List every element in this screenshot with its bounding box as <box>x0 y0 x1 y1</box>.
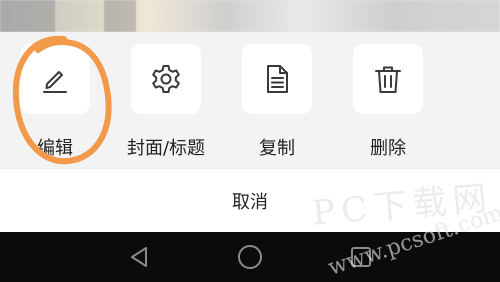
action-sheet: 编辑 封面/标题 复制 删除 <box>0 32 500 168</box>
document-icon <box>267 65 288 93</box>
system-navigation-bar <box>0 232 500 282</box>
copy-icon-box <box>242 44 312 114</box>
gear-icon <box>152 65 180 93</box>
delete-icon-box <box>353 44 423 114</box>
delete-action[interactable]: 删除 <box>338 44 438 168</box>
home-circle-icon <box>238 245 262 269</box>
back-triangle-icon <box>131 247 147 267</box>
edit-action[interactable]: 编辑 <box>5 44 105 168</box>
cancel-button[interactable]: 取消 <box>0 168 500 233</box>
background-content-blurred <box>0 0 500 32</box>
trash-icon <box>375 66 401 93</box>
recents-button[interactable] <box>345 243 377 271</box>
cancel-label: 取消 <box>232 192 268 213</box>
recents-square-icon <box>351 247 371 267</box>
edit-pencil-icon <box>43 71 67 93</box>
delete-label: 删除 <box>370 138 406 159</box>
home-button[interactable] <box>234 243 266 271</box>
cover-title-label: 封面/标题 <box>126 138 206 159</box>
edit-icon-box <box>20 44 90 114</box>
copy-action[interactable]: 复制 <box>227 44 327 168</box>
cover-title-icon-box <box>131 44 201 114</box>
cover-title-action[interactable]: 封面/标题 <box>116 44 216 168</box>
edit-label: 编辑 <box>37 138 73 159</box>
back-button[interactable] <box>123 243 155 271</box>
copy-label: 复制 <box>259 138 295 159</box>
